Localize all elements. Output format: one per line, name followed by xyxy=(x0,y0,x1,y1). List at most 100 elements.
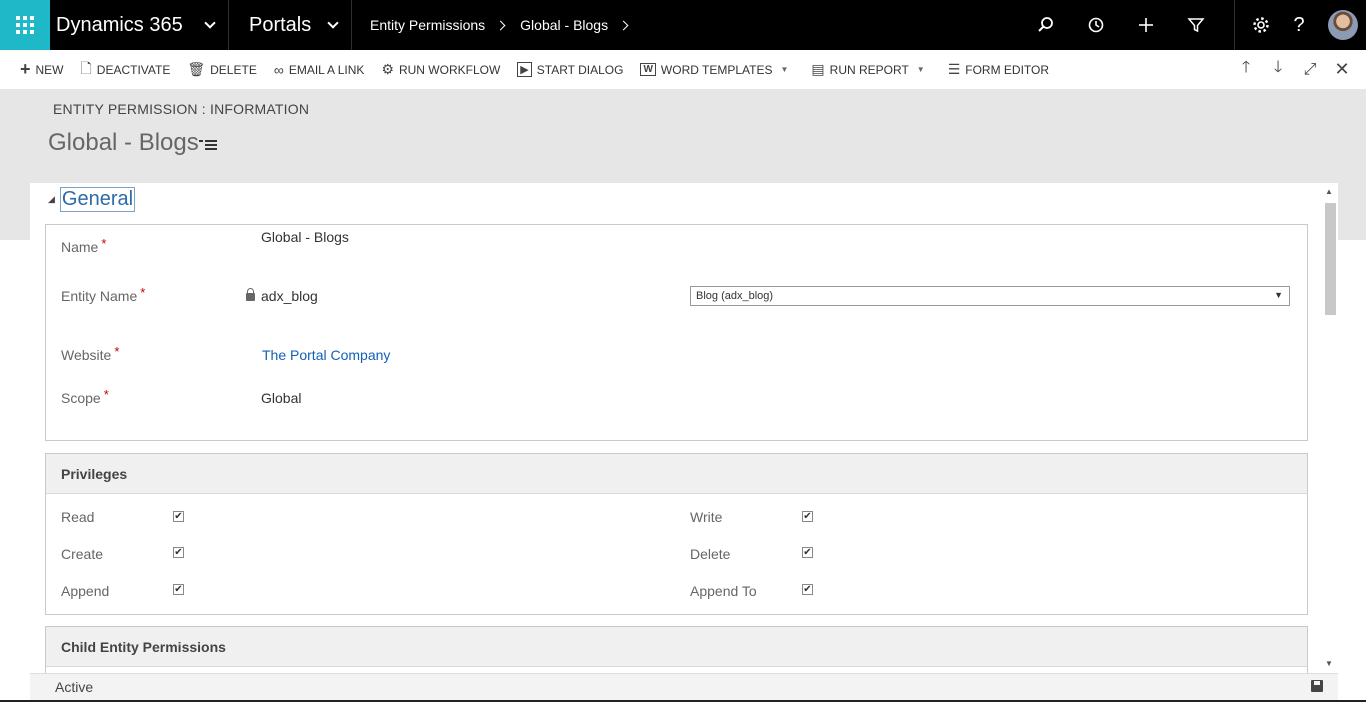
form-body: ◢ General Name * Global - Blogs Entity Na… xyxy=(30,183,1322,673)
top-icon-group: ? xyxy=(1021,0,1366,50)
report-icon: ▤ xyxy=(811,61,825,77)
top-navigation-bar: Dynamics 365 Portals Entity Permissions … xyxy=(0,0,1366,50)
chevron-down-icon xyxy=(327,17,339,29)
breadcrumb-entity-permissions[interactable]: Entity Permissions xyxy=(362,17,493,33)
status-bar: Active xyxy=(30,673,1338,700)
scope-label: Scope * xyxy=(61,387,109,406)
close-icon[interactable]: ✕ xyxy=(1326,59,1358,80)
scroll-up-icon[interactable]: ▲ xyxy=(1325,187,1333,196)
arrow-down-icon[interactable]: 🡓 xyxy=(1262,56,1294,83)
area-menu[interactable]: Portals xyxy=(229,0,352,50)
delete-checkbox[interactable]: ✔ xyxy=(802,547,813,558)
breadcrumb-record[interactable]: Global - Blogs xyxy=(512,17,616,33)
chevron-right-icon[interactable] xyxy=(618,20,629,30)
form-editor-button[interactable]: ☰ FORM EDITOR xyxy=(948,50,1049,89)
append-to-checkbox[interactable]: ✔ xyxy=(802,584,813,595)
deactivate-button[interactable]: 🗋 DEACTIVATE xyxy=(81,50,171,89)
vertical-scrollbar[interactable]: ▲ ▼ xyxy=(1322,183,1338,673)
start-dialog-button[interactable]: ▶ START DIALOG xyxy=(517,50,623,89)
area-label: Portals xyxy=(249,13,312,36)
word-templates-button[interactable]: W WORD TEMPLATES ▼ xyxy=(640,50,788,89)
read-checkbox[interactable]: ✔ xyxy=(173,511,184,522)
new-label: NEW xyxy=(35,62,64,77)
word-icon: W xyxy=(640,63,656,76)
scrollbar-thumb[interactable] xyxy=(1325,203,1336,315)
entity-name-label: Entity Name * xyxy=(61,285,146,304)
right-gutter xyxy=(1338,240,1366,673)
arrow-up-icon[interactable]: 🡑 xyxy=(1230,56,1262,83)
form-editor-label: FORM EDITOR xyxy=(965,62,1050,77)
form-editor-icon: ☰ xyxy=(947,61,961,77)
email-link-label: EMAIL A LINK xyxy=(288,62,365,77)
general-section: Name * Global - Blogs Entity Name * adx_bl… xyxy=(45,224,1308,441)
run-workflow-button[interactable]: ⚙ RUN WORKFLOW xyxy=(381,50,500,89)
privileges-header: Privileges xyxy=(46,454,1307,494)
brand-label: Dynamics 365 xyxy=(56,13,183,36)
child-permissions-section: Child Entity Permissions xyxy=(45,626,1308,673)
read-label: Read xyxy=(61,509,95,525)
new-button[interactable]: + NEW xyxy=(20,50,64,89)
website-link[interactable]: The Portal Company xyxy=(262,347,390,363)
run-workflow-label: RUN WORKFLOW xyxy=(398,62,501,77)
chevron-right-icon xyxy=(495,20,506,30)
chevron-down-icon xyxy=(204,17,216,29)
history-icon[interactable] xyxy=(1071,0,1121,50)
lock-icon xyxy=(246,288,255,301)
deactivate-label: DEACTIVATE xyxy=(96,62,171,77)
website-label: Website * xyxy=(61,344,120,363)
breadcrumb: Entity Permissions Global - Blogs xyxy=(352,0,1021,50)
popout-icon[interactable]: ⤢ xyxy=(1294,61,1326,79)
caret-down-icon: ▼ xyxy=(916,65,925,74)
help-icon[interactable]: ? xyxy=(1274,0,1324,50)
append-checkbox[interactable]: ✔ xyxy=(173,584,184,595)
save-icon[interactable] xyxy=(1311,680,1323,692)
plus-icon: + xyxy=(20,59,31,79)
command-bar: + NEW 🗋 DEACTIVATE 🗑 DELETE ∞ EMAIL A LI… xyxy=(0,50,1366,89)
scroll-down-icon[interactable]: ▼ xyxy=(1325,659,1333,668)
collapse-triangle-icon[interactable]: ◢ xyxy=(48,194,55,205)
word-templates-label: WORD TEMPLATES xyxy=(660,62,773,77)
run-report-label: RUN REPORT xyxy=(829,62,909,77)
append-to-label: Append To xyxy=(690,583,757,599)
name-field[interactable]: Global - Blogs xyxy=(261,229,349,245)
gear-icon[interactable] xyxy=(1248,0,1274,50)
link-icon: ∞ xyxy=(273,61,284,78)
email-link-button[interactable]: ∞ EMAIL A LINK xyxy=(274,50,365,89)
write-label: Write xyxy=(690,509,723,525)
scope-field[interactable]: Global xyxy=(261,390,301,406)
general-tab-title: General xyxy=(59,187,136,212)
status-text: Active xyxy=(55,679,94,695)
run-report-button[interactable]: ▤ RUN REPORT ▼ xyxy=(811,50,924,89)
child-permissions-header: Child Entity Permissions xyxy=(46,627,1307,667)
name-label: Name * xyxy=(61,236,107,255)
privileges-section: Privileges Read ✔ Create ✔ Append ✔ Writ… xyxy=(45,453,1308,615)
delete-label: DELETE xyxy=(210,62,257,77)
app-launcher-icon[interactable] xyxy=(0,0,50,50)
create-checkbox[interactable]: ✔ xyxy=(173,547,184,558)
avatar[interactable] xyxy=(1328,10,1358,40)
entity-form-label: ENTITY PERMISSION : INFORMATION xyxy=(53,101,310,117)
divider xyxy=(1234,0,1235,50)
general-section-header[interactable]: ◢ General xyxy=(48,187,136,212)
brand-menu[interactable]: Dynamics 365 xyxy=(50,0,229,50)
filter-icon[interactable] xyxy=(1171,0,1221,50)
record-navigation: 🡑 🡓 ⤢ ✕ xyxy=(1230,50,1358,89)
dropdown-arrow-icon: ▼ xyxy=(1274,290,1283,300)
append-label: Append xyxy=(61,583,110,599)
page-title: Global - Blogs xyxy=(48,129,199,156)
search-icon[interactable] xyxy=(1021,0,1071,50)
create-label: Create xyxy=(61,546,104,562)
write-checkbox[interactable]: ✔ xyxy=(802,511,813,522)
entity-name-field: adx_blog xyxy=(246,288,318,304)
delete-label: Delete xyxy=(690,546,731,562)
deactivate-icon: 🗋 xyxy=(80,59,92,76)
plus-icon[interactable] xyxy=(1121,0,1171,50)
delete-button[interactable]: 🗑 DELETE xyxy=(187,50,256,89)
form-selector-icon[interactable] xyxy=(199,140,217,152)
caret-down-icon: ▼ xyxy=(780,65,789,74)
entity-name-dropdown[interactable]: Blog (adx_blog) ▼ xyxy=(690,286,1290,306)
trash-icon: 🗑 xyxy=(187,61,206,77)
play-icon: ▶ xyxy=(517,62,532,77)
start-dialog-label: START DIALOG xyxy=(536,62,624,77)
workflow-icon: ⚙ xyxy=(381,61,394,77)
